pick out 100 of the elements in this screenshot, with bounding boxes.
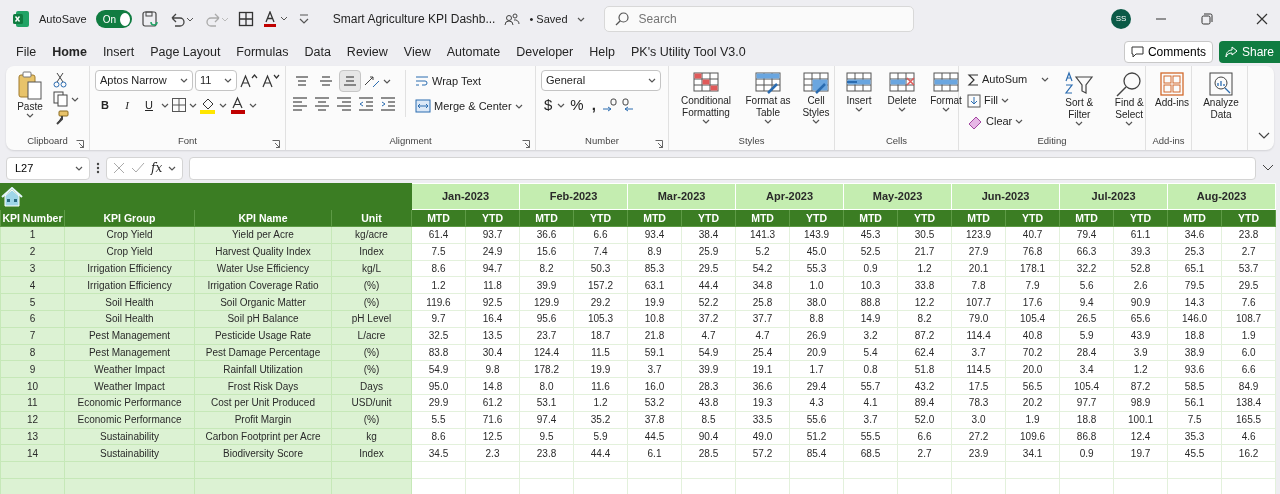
- italic-button[interactable]: I: [117, 94, 137, 116]
- menu-tab[interactable]: PK's Utility Tool V3.0: [622, 39, 754, 65]
- dialog-launcher-icon[interactable]: [76, 140, 84, 149]
- more-options-icon[interactable]: [96, 161, 100, 175]
- menu-tab[interactable]: Automate: [438, 39, 509, 65]
- cell-styles-button[interactable]: Cell Styles: [798, 70, 834, 125]
- paste-icon: [17, 71, 43, 101]
- format-cells-icon: [932, 71, 960, 95]
- dialog-launcher-icon[interactable]: [522, 140, 530, 149]
- menu-tab[interactable]: Data: [296, 39, 339, 65]
- home-icon[interactable]: [1, 186, 23, 207]
- format-button[interactable]: Format: [926, 70, 966, 113]
- sort-filter-button[interactable]: Sort & Filter: [1056, 70, 1103, 127]
- dialog-launcher-icon[interactable]: [272, 140, 280, 149]
- customize-toolbar-icon[interactable]: [297, 13, 310, 25]
- insert-button[interactable]: Insert: [840, 70, 878, 113]
- increase-font-icon[interactable]: [239, 72, 259, 89]
- search-box[interactable]: Search: [603, 6, 914, 32]
- fill-color-icon[interactable]: [199, 96, 217, 114]
- menu-tab[interactable]: Review: [338, 39, 396, 65]
- save-status[interactable]: • Saved: [529, 10, 568, 28]
- menu-tab[interactable]: Formulas: [228, 39, 297, 65]
- autosum-button[interactable]: AutoSum: [964, 70, 1053, 89]
- share-button[interactable]: Share: [1218, 41, 1280, 63]
- caret-icon: [71, 96, 79, 102]
- menu-tab[interactable]: Help: [581, 39, 623, 65]
- caret-icon: [514, 103, 523, 109]
- group-label: Font: [178, 133, 197, 148]
- sort-filter-icon: [1064, 71, 1095, 97]
- delete-button[interactable]: Delete: [882, 70, 922, 113]
- autosave-toggle[interactable]: On: [95, 10, 132, 28]
- expand-icon[interactable]: [1262, 164, 1274, 172]
- clear-button[interactable]: Clear: [964, 112, 1053, 131]
- avatar[interactable]: SS: [1111, 9, 1131, 29]
- font-color-icon[interactable]: [262, 11, 289, 27]
- font-color-icon[interactable]: [229, 96, 247, 114]
- menu-tab[interactable]: Insert: [94, 39, 143, 65]
- percent-button[interactable]: %: [567, 94, 587, 116]
- menu-tab[interactable]: File: [8, 39, 45, 65]
- cell-styles-icon: [802, 71, 830, 95]
- caret-icon: [383, 78, 391, 84]
- caret-icon: [75, 165, 83, 171]
- conditional-formatting-button[interactable]: Conditional Formatting: [674, 70, 738, 125]
- borders-icon[interactable]: [237, 11, 254, 27]
- caret-icon: [189, 102, 197, 108]
- search-field[interactable]: Search: [636, 8, 903, 30]
- dialog-launcher-icon[interactable]: [655, 140, 663, 149]
- caret-icon: [1015, 119, 1024, 124]
- caret-icon: [557, 102, 566, 108]
- caret-icon: [1001, 98, 1010, 103]
- wrap-text-button[interactable]: Wrap Text: [412, 70, 526, 92]
- comments-button[interactable]: Comments: [1123, 41, 1213, 63]
- underline-button[interactable]: U: [139, 94, 159, 116]
- people-icon: [504, 12, 521, 26]
- collapse-ribbon-icon[interactable]: [1258, 131, 1270, 140]
- decrease-font-icon[interactable]: [261, 72, 281, 89]
- caret-icon: [764, 119, 772, 124]
- caret-icon: [180, 78, 188, 83]
- insert-function-button[interactable]: fx: [151, 159, 163, 177]
- find-select-button[interactable]: Find & Select: [1106, 70, 1153, 127]
- autosave-label: AutoSave: [39, 11, 87, 27]
- caret-icon: [168, 165, 177, 171]
- caret-icon: [898, 107, 906, 112]
- number-format-dropdown[interactable]: General: [541, 70, 661, 91]
- document-title[interactable]: Smart Agriculture KPI Dashb...: [332, 10, 496, 28]
- restore-icon[interactable]: [1200, 12, 1214, 26]
- currency-button[interactable]: $: [541, 94, 556, 116]
- month-header: Aug-2023: [1167, 183, 1276, 210]
- merge-center-button[interactable]: Merge & Center: [412, 95, 526, 117]
- comma-button[interactable]: ,: [588, 94, 599, 116]
- caret-icon: [161, 102, 169, 108]
- cut-icon[interactable]: [53, 72, 67, 88]
- close-icon[interactable]: [1256, 13, 1268, 25]
- bold-button[interactable]: B: [95, 94, 115, 116]
- add-ins-icon: [1159, 71, 1185, 97]
- borders-icon[interactable]: [171, 97, 187, 113]
- font-size-dropdown[interactable]: 11: [195, 70, 237, 91]
- group-label: Cells: [885, 133, 908, 148]
- increase-decimal-icon[interactable]: [600, 97, 619, 113]
- analyze-data-icon: [1208, 71, 1234, 97]
- month-header: Jul-2023: [1059, 183, 1168, 210]
- save-icon[interactable]: [140, 10, 159, 28]
- copy-icon[interactable]: [53, 91, 69, 107]
- name-box-field[interactable]: L27: [6, 156, 90, 180]
- analyze-data-button[interactable]: Analyze Data: [1197, 70, 1245, 122]
- menu-tab[interactable]: View: [395, 39, 439, 65]
- font-name-dropdown[interactable]: Aptos Narrow: [95, 70, 193, 91]
- format-as-table-button[interactable]: Format as Table: [742, 70, 794, 125]
- paste-button[interactable]: Paste: [11, 70, 49, 119]
- fill-button[interactable]: Fill: [964, 91, 1053, 110]
- add-ins-button[interactable]: Add-ins: [1151, 70, 1193, 110]
- orientation-icon[interactable]: [363, 73, 381, 89]
- menu-tab[interactable]: Developer: [508, 39, 582, 65]
- name-box[interactable]: L27: [13, 158, 75, 178]
- formula-field[interactable]: [189, 156, 1256, 180]
- share-icon: [1224, 46, 1238, 58]
- menu-tab[interactable]: Home: [44, 39, 95, 65]
- fill-down-icon: [967, 93, 981, 108]
- month-header: May-2023: [843, 183, 952, 210]
- menu-tab[interactable]: Page Layout: [142, 39, 229, 65]
